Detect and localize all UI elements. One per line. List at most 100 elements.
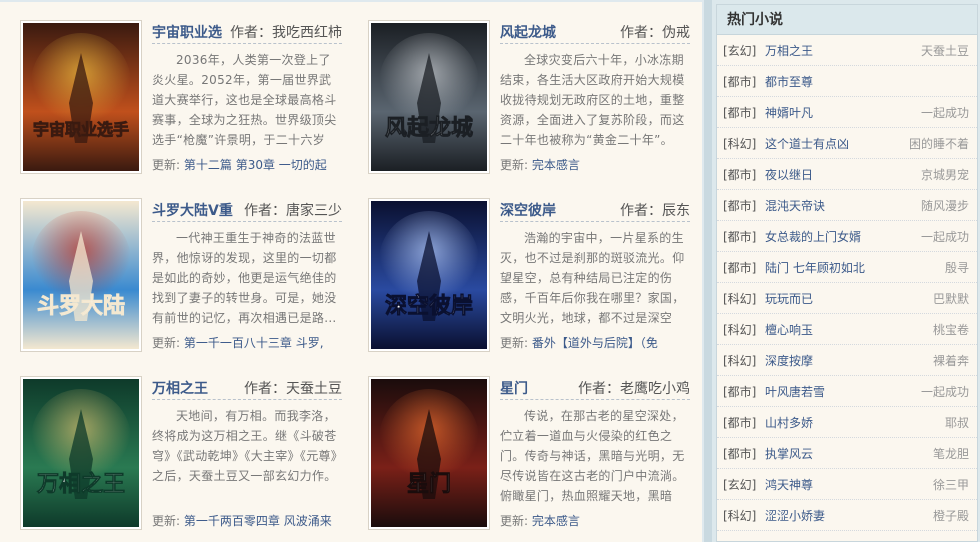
cover-art: 深空彼岸 bbox=[371, 201, 487, 349]
rank-title-link[interactable]: 陆门 七年顾初如北 bbox=[765, 259, 945, 276]
book-card: 风起龙城 风起龙城 作者：伪戒 全球灾变后六十年，小冰冻期结束，各生活大区政府开… bbox=[368, 20, 698, 176]
rank-category: [都市] bbox=[723, 384, 757, 399]
rank-category: [科幻] bbox=[723, 136, 757, 151]
book-title-link[interactable]: 星门 bbox=[500, 378, 528, 398]
book-author: 作者：伪戒 bbox=[620, 24, 690, 41]
rank-item: [都市] 混沌天帝诀 随风漫步 bbox=[717, 190, 977, 221]
rank-author: 随风漫步 bbox=[920, 198, 969, 213]
rank-category: [都市] bbox=[723, 105, 757, 120]
book-title-link[interactable]: 万相之王 bbox=[152, 378, 208, 398]
rank-category: [都市] bbox=[723, 74, 757, 89]
rank-title-link[interactable]: 叶风唐若雪 bbox=[765, 383, 921, 400]
cover-title-text: 深空彼岸 bbox=[385, 293, 473, 319]
book-author: 作者：辰东 bbox=[620, 202, 690, 219]
book-update: 更新: 第一千两百零四章 风波涌来 bbox=[152, 512, 342, 529]
cover-title-text: 风起龙城 bbox=[385, 115, 473, 141]
cover-title-text: 万相之王 bbox=[36, 471, 125, 497]
book-cover[interactable]: 风起龙城 bbox=[368, 20, 490, 174]
rank-item: [都市] 都市至尊 bbox=[717, 66, 977, 97]
cover-art: 星门 bbox=[371, 379, 487, 527]
latest-chapter-link[interactable]: 第一千一百八十三章 斗罗, bbox=[184, 336, 324, 350]
rank-title-link[interactable]: 涩涩小娇妻 bbox=[765, 507, 933, 524]
rank-item: [都市] 执掌风云 笔龙胆 bbox=[717, 438, 977, 469]
book-author: 作者：天蚕土豆 bbox=[244, 380, 342, 397]
hot-novels-box: 热门小说 [玄幻] 万相之王 天蚕土豆 [都市] 都市至尊 [都市] 神婿叶凡 … bbox=[716, 4, 978, 542]
book-info: 风起龙城 作者：伪戒 全球灾变后六十年，小冰冻期结束，各生活大区政府开始大规模收… bbox=[500, 20, 690, 176]
book-cover[interactable]: 万相之王 bbox=[20, 376, 142, 530]
rank-title-link[interactable]: 万相之王 bbox=[765, 42, 921, 59]
book-title-link[interactable]: 宇宙职业选 bbox=[152, 22, 222, 42]
rank-category: [科幻] bbox=[723, 353, 757, 368]
rank-category: [都市] bbox=[723, 229, 757, 244]
rank-item: [科幻] 檀心响玉 桃宝卷 bbox=[717, 314, 977, 345]
book-title-row: 风起龙城 作者：伪戒 bbox=[500, 20, 690, 44]
book-description: 天地间，有万相。而我李洛，终将成为这万相之王。继《斗破苍穹》《武动乾坤》《大主宰… bbox=[152, 409, 338, 483]
rank-title-link[interactable]: 这个道士有点凶 bbox=[765, 135, 909, 152]
book-info: 斗罗大陆V重 作者：唐家三少 一代神王重生于神奇的法蓝世界，他惊讶的发现，这里的… bbox=[152, 198, 342, 354]
cover-art: 斗罗大陆 bbox=[23, 201, 139, 349]
rank-author: 困的睡不着 bbox=[908, 136, 969, 151]
latest-chapter-link[interactable]: 第十二篇 第30章 一切的起 bbox=[184, 158, 327, 172]
book-cover[interactable]: 星门 bbox=[368, 376, 490, 530]
rank-title-link[interactable]: 夜以继日 bbox=[765, 166, 921, 183]
cover-title-text: 宇宙职业选手 bbox=[33, 120, 129, 139]
rank-item: [都市] 神婿叶凡 一起成功 bbox=[717, 97, 977, 128]
book-card: 斗罗大陆 斗罗大陆V重 作者：唐家三少 一代神王重生于神奇的法蓝世界，他惊讶的发… bbox=[20, 198, 350, 354]
rank-item: [都市] 女总裁的上门女婿 一起成功 bbox=[717, 221, 977, 252]
rank-title-link[interactable]: 檀心响玉 bbox=[765, 321, 933, 338]
rank-title-link[interactable]: 混沌天帝诀 bbox=[765, 197, 921, 214]
book-title-link[interactable]: 斗罗大陆V重 bbox=[152, 200, 233, 220]
rank-category: [都市] bbox=[723, 415, 757, 430]
update-label: 更新: bbox=[152, 514, 181, 528]
rank-item: [玄幻] 万相之王 天蚕土豆 bbox=[717, 35, 977, 66]
book-cover[interactable]: 深空彼岸 bbox=[368, 198, 490, 352]
book-description: 全球灾变后六十年，小冰冻期结束，各生活大区政府开始大规模收拢待规划无政府区的土地… bbox=[500, 53, 685, 147]
book-info: 星门 作者：老鹰吃小鸡 传说，在那古老的星空深处，伫立着一道血与火侵染的红色之门… bbox=[500, 376, 690, 532]
book-update: 更新: 第一千一百八十三章 斗罗, bbox=[152, 334, 342, 351]
latest-chapter-link[interactable]: 番外【道外与后院】（免 bbox=[532, 336, 658, 350]
rank-item: [都市] 夜以继日 京城男宠 bbox=[717, 159, 977, 190]
book-update: 更新: 第十二篇 第30章 一切的起 bbox=[152, 156, 342, 173]
rank-title-link[interactable]: 鸿天神尊 bbox=[765, 476, 933, 493]
book-author: 作者：唐家三少 bbox=[244, 202, 342, 219]
book-title-link[interactable]: 深空彼岸 bbox=[500, 200, 556, 220]
book-card: 深空彼岸 深空彼岸 作者：辰东 浩瀚的宇宙中，一片星系的生灭，也不过是刹那的斑驳… bbox=[368, 198, 698, 354]
latest-chapter-link[interactable]: 第一千两百零四章 风波涌来 bbox=[184, 514, 332, 528]
rank-item: [玄幻] 鸿天神尊 徐三甲 bbox=[717, 469, 977, 500]
rank-category: [科幻] bbox=[723, 508, 757, 523]
rank-title-link[interactable]: 都市至尊 bbox=[765, 73, 969, 90]
rank-title-link[interactable]: 女总裁的上门女婿 bbox=[765, 228, 921, 245]
rank-author: 一起成功 bbox=[920, 384, 969, 399]
book-update: 更新: 完本感言 bbox=[500, 156, 690, 173]
book-info: 深空彼岸 作者：辰东 浩瀚的宇宙中，一片星系的生灭，也不过是刹那的斑驳流光。仰望… bbox=[500, 198, 690, 354]
book-title-row: 斗罗大陆V重 作者：唐家三少 bbox=[152, 198, 342, 222]
rank-category: [玄幻] bbox=[723, 43, 757, 58]
cover-title-text: 斗罗大陆 bbox=[37, 293, 125, 319]
hot-novels-sidebar: 热门小说 [玄幻] 万相之王 天蚕土豆 [都市] 都市至尊 [都市] 神婿叶凡 … bbox=[712, 0, 980, 542]
latest-chapter-link[interactable]: 完本感言 bbox=[532, 514, 580, 528]
cover-art: 宇宙职业选手 bbox=[23, 23, 139, 171]
rank-author: 徐三甲 bbox=[932, 477, 969, 492]
rank-item: [科幻] 这个道士有点凶 困的睡不着 bbox=[717, 128, 977, 159]
rank-category: [科幻] bbox=[723, 322, 757, 337]
rank-author: 殷寻 bbox=[944, 260, 969, 275]
rank-item: [都市] 山村多娇 耶叔 bbox=[717, 407, 977, 438]
book-description: 一代神王重生于神奇的法蓝世界，他惊讶的发现，这里的一切都是如此的奇妙，他更是运气… bbox=[152, 231, 337, 325]
rank-author: 裸着奔 bbox=[932, 353, 969, 368]
rank-title-link[interactable]: 山村多娇 bbox=[765, 414, 945, 431]
rank-title-link[interactable]: 玩玩而已 bbox=[765, 290, 933, 307]
rank-item: [科幻] 玩玩而已 巴默默 bbox=[717, 283, 977, 314]
latest-chapter-link[interactable]: 完本感言 bbox=[532, 158, 580, 172]
rank-author: 一起成功 bbox=[920, 229, 969, 244]
book-cover[interactable]: 宇宙职业选手 bbox=[20, 20, 142, 174]
rank-title-link[interactable]: 执掌风云 bbox=[765, 445, 933, 462]
book-title-link[interactable]: 风起龙城 bbox=[500, 22, 556, 42]
rank-title-link[interactable]: 深度按摩 bbox=[765, 352, 933, 369]
cover-art: 万相之王 bbox=[23, 379, 139, 527]
rank-list: [玄幻] 万相之王 天蚕土豆 [都市] 都市至尊 [都市] 神婿叶凡 一起成功 … bbox=[717, 35, 977, 531]
book-update: 更新: 完本感言 bbox=[500, 512, 690, 529]
rank-author: 桃宝卷 bbox=[932, 322, 969, 337]
rank-title-link[interactable]: 神婿叶凡 bbox=[765, 104, 921, 121]
update-label: 更新: bbox=[500, 158, 529, 172]
book-cover[interactable]: 斗罗大陆 bbox=[20, 198, 142, 352]
